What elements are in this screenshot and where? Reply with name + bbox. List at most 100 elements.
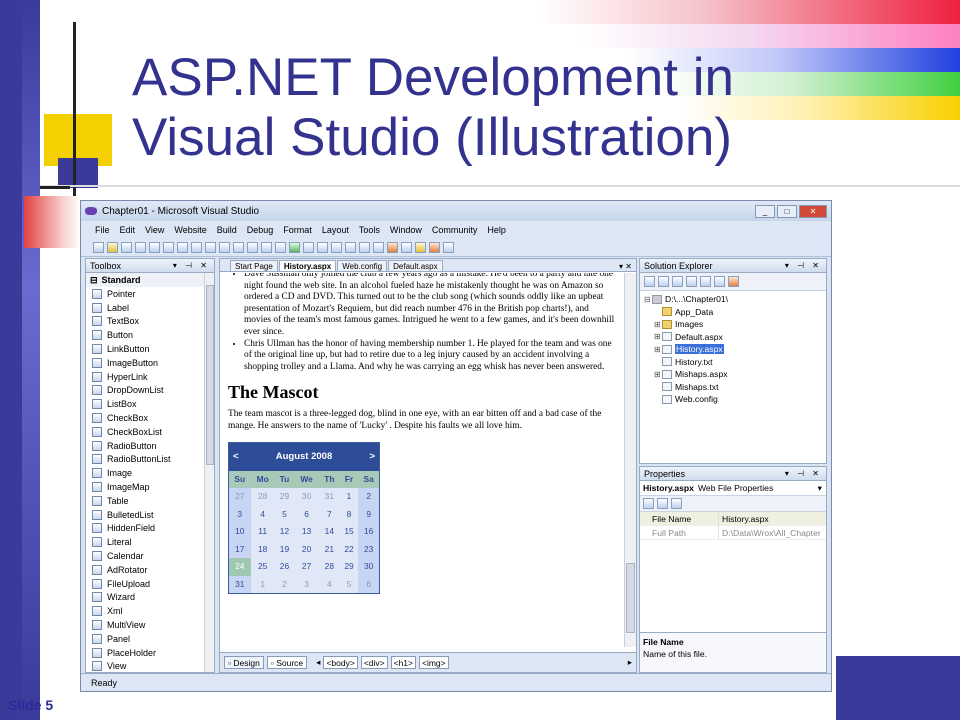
calendar-day[interactable]: 1	[250, 575, 275, 594]
toolbox-item-placeholder[interactable]: PlaceHolder	[86, 646, 214, 660]
calendar-day[interactable]: 2	[274, 575, 295, 594]
save-icon[interactable]	[135, 242, 146, 253]
design-view-button[interactable]: ▫ Design	[224, 656, 264, 669]
categorized-icon[interactable]	[643, 498, 654, 509]
object-browser-icon[interactable]	[429, 242, 440, 253]
toolbox-item-multiview[interactable]: MultiView	[86, 618, 214, 632]
toolbox-item-linkbutton[interactable]: LinkButton	[86, 342, 214, 356]
find-icon[interactable]	[205, 242, 216, 253]
comment-icon[interactable]	[219, 242, 230, 253]
toolbox-item-hyperlink[interactable]: HyperLink	[86, 370, 214, 384]
toolbox-item-button[interactable]: Button	[86, 328, 214, 342]
calendar-day[interactable]: 30	[294, 488, 320, 506]
calendar-day[interactable]: 17	[229, 540, 251, 559]
calendar-day[interactable]: 8	[339, 505, 359, 524]
calendar-day[interactable]: 6	[358, 575, 379, 594]
tab-controls[interactable]: ▾ ✕	[619, 262, 632, 271]
menu-item-debug[interactable]: Debug	[247, 225, 274, 235]
toolbox-item-image[interactable]: Image	[86, 466, 214, 480]
toolbox-item-calendar[interactable]: Calendar	[86, 549, 214, 563]
redo-icon[interactable]	[261, 242, 272, 253]
calendar-day[interactable]: 4	[319, 575, 340, 594]
nest-related-files-icon[interactable]	[672, 276, 683, 287]
calendar-day[interactable]: 27	[229, 488, 251, 506]
calendar-day[interactable]: 20	[294, 540, 320, 559]
step-into-icon[interactable]	[331, 242, 342, 253]
step-out-icon[interactable]	[359, 242, 370, 253]
calendar-day[interactable]: 31	[229, 575, 251, 594]
menu-item-website[interactable]: Website	[174, 225, 206, 235]
tag-breadcrumb[interactable]: <body>	[323, 656, 358, 669]
properties-icon[interactable]	[644, 276, 655, 287]
calendar-day[interactable]: 6	[294, 505, 320, 524]
toolbox-category-standard[interactable]: ⊟ Standard	[86, 273, 214, 287]
solution-node[interactable]: ⊞ Mishaps.aspx	[644, 368, 826, 381]
uncomment-icon[interactable]	[233, 242, 244, 253]
toolbox-item-adrotator[interactable]: AdRotator	[86, 563, 214, 577]
crumb-scroll-left-icon[interactable]: ◂	[316, 657, 320, 668]
property-row[interactable]: Full Path D:\Data\Wrox\All_Chapter	[640, 525, 826, 540]
toolbox-item-imagebutton[interactable]: ImageButton	[86, 356, 214, 370]
calendar-day[interactable]: 2	[358, 488, 379, 506]
menu-item-file[interactable]: File	[95, 225, 110, 235]
expand-icon[interactable]: ⊞	[654, 345, 662, 354]
solution-explorer-controls[interactable]: ▾ ⊣ ✕	[785, 261, 822, 270]
solution-node[interactable]: ⊞ Default.aspx	[644, 331, 826, 344]
menu-item-tools[interactable]: Tools	[359, 225, 380, 235]
add-item-icon[interactable]	[121, 242, 132, 253]
menu-item-format[interactable]: Format	[283, 225, 312, 235]
source-view-button[interactable]: ▫ Source	[266, 656, 308, 669]
calendar-day[interactable]: 9	[358, 505, 379, 524]
tag-breadcrumb[interactable]: <img>	[419, 656, 449, 669]
expand-icon[interactable]: ⊞	[654, 370, 662, 379]
properties-object-selector[interactable]: History.aspx Web File Properties ▾	[640, 481, 826, 496]
calendar-day[interactable]: 15	[339, 523, 359, 541]
expand-icon[interactable]: ⊞	[654, 320, 662, 329]
solution-explorer-icon[interactable]	[387, 242, 398, 253]
calendar-day[interactable]: 29	[274, 488, 295, 506]
calendar-day[interactable]: 21	[319, 540, 340, 559]
calendar-day[interactable]: 1	[339, 488, 359, 506]
calendar-day[interactable]: 25	[250, 558, 275, 576]
expand-icon[interactable]: ⊞	[654, 332, 662, 341]
calendar-day[interactable]: 18	[250, 540, 275, 559]
alphabetical-icon[interactable]	[657, 498, 668, 509]
property-value[interactable]: History.aspx	[718, 511, 826, 526]
copy-website-icon[interactable]	[714, 276, 725, 287]
open-file-icon[interactable]	[107, 242, 118, 253]
find-in-files-icon[interactable]	[373, 242, 384, 253]
toolbox-item-table[interactable]: Table	[86, 494, 214, 508]
navigate-icon[interactable]	[275, 242, 286, 253]
new-project-icon[interactable]	[93, 242, 104, 253]
close-button[interactable]: ✕	[799, 204, 827, 218]
calendar-day[interactable]: 14	[319, 523, 340, 541]
solution-node[interactable]: Web.config	[644, 393, 826, 406]
toolbox-item-radiobuttonlist[interactable]: RadioButtonList	[86, 453, 214, 467]
toolbox-item-textbox[interactable]: TextBox	[86, 315, 214, 329]
calendar-prev-button[interactable]: <	[233, 451, 239, 463]
menu-item-edit[interactable]: Edit	[120, 225, 136, 235]
toolbox-item-hiddenfield[interactable]: HiddenField	[86, 522, 214, 536]
toolbox-item-checkboxlist[interactable]: CheckBoxList	[86, 425, 214, 439]
calendar-day[interactable]: 3	[229, 505, 251, 524]
menu-item-layout[interactable]: Layout	[322, 225, 349, 235]
toolbox-item-panel[interactable]: Panel	[86, 632, 214, 646]
calendar-day[interactable]: 4	[250, 505, 275, 524]
toolbox-item-checkbox[interactable]: CheckBox	[86, 411, 214, 425]
solution-node[interactable]: ⊟ D:\...\Chapter01\	[644, 293, 826, 306]
tag-breadcrumb[interactable]: <div>	[360, 656, 388, 669]
calendar-day[interactable]: 16	[358, 523, 379, 541]
toolbox-scrollbar[interactable]	[204, 273, 214, 672]
tag-breadcrumb[interactable]: <h1>	[390, 656, 416, 669]
pause-icon[interactable]	[303, 242, 314, 253]
calendar-day[interactable]: 10	[229, 523, 251, 541]
calendar-day[interactable]: 7	[319, 505, 340, 524]
toolbox-item-wizard[interactable]: Wizard	[86, 591, 214, 605]
toolbox-scroll-thumb[interactable]	[206, 285, 214, 465]
view-designer-icon[interactable]	[700, 276, 711, 287]
toolbox-item-dropdownlist[interactable]: DropDownList	[86, 384, 214, 398]
menu-item-community[interactable]: Community	[432, 225, 478, 235]
toolbox-item-imagemap[interactable]: ImageMap	[86, 480, 214, 494]
calendar-day[interactable]: 3	[294, 575, 320, 594]
editor-scrollbar[interactable]	[624, 273, 636, 647]
